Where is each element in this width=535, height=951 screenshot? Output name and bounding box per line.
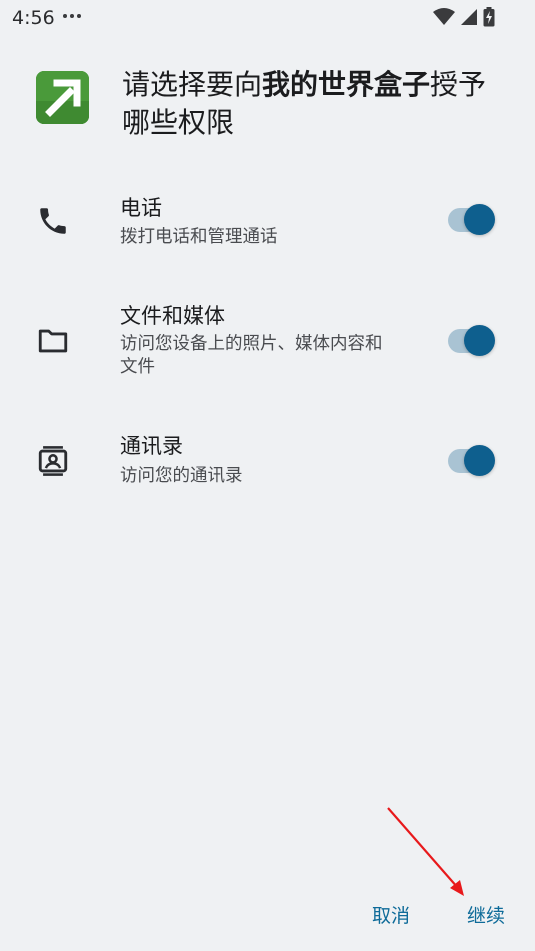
status-bar: 4:56 <box>0 0 535 36</box>
permission-description: 访问您设备上的照片、媒体内容和文件 <box>120 334 383 377</box>
status-icons <box>433 7 495 27</box>
permission-title: 文件和媒体 <box>120 304 225 328</box>
permission-description: 访问您的通讯录 <box>120 466 243 486</box>
battery-charging-icon <box>483 7 495 27</box>
contacts-permission-toggle[interactable] <box>448 445 495 476</box>
permission-title: 电话 <box>120 196 162 220</box>
permission-row-files-media: 文件和媒体 访问您设备上的照片、媒体内容和文件 <box>0 298 535 388</box>
phone-permission-toggle[interactable] <box>448 204 495 235</box>
continue-button[interactable]: 继续 <box>467 901 505 928</box>
folder-icon <box>38 329 68 353</box>
cancel-button[interactable]: 取消 <box>372 901 410 928</box>
pickaxe-app-icon <box>36 71 89 124</box>
permission-description: 拨打电话和管理通话 <box>120 227 278 247</box>
wifi-icon <box>433 8 455 25</box>
more-dots-icon <box>63 14 81 18</box>
files-media-permission-toggle[interactable] <box>448 325 495 356</box>
annotation-arrow-icon <box>387 807 464 896</box>
status-time: 4:56 <box>12 7 55 29</box>
app-name: 我的世界盒子 <box>262 68 431 101</box>
toggle-knob <box>464 445 495 476</box>
title-prefix: 请选择要向 <box>122 68 263 101</box>
permission-title: 通讯录 <box>120 434 183 458</box>
cell-signal-icon <box>461 9 477 25</box>
dialog-title: 请选择要向我的世界盒子授予哪些权限 <box>122 66 497 142</box>
permission-row-phone: 电话 拨打电话和管理通话 <box>0 190 535 260</box>
permission-row-contacts: 通讯录 访问您的通讯录 <box>0 430 535 500</box>
toggle-knob <box>464 325 495 356</box>
phone-icon <box>40 208 66 234</box>
toggle-knob <box>464 204 495 235</box>
contacts-icon <box>38 446 68 476</box>
